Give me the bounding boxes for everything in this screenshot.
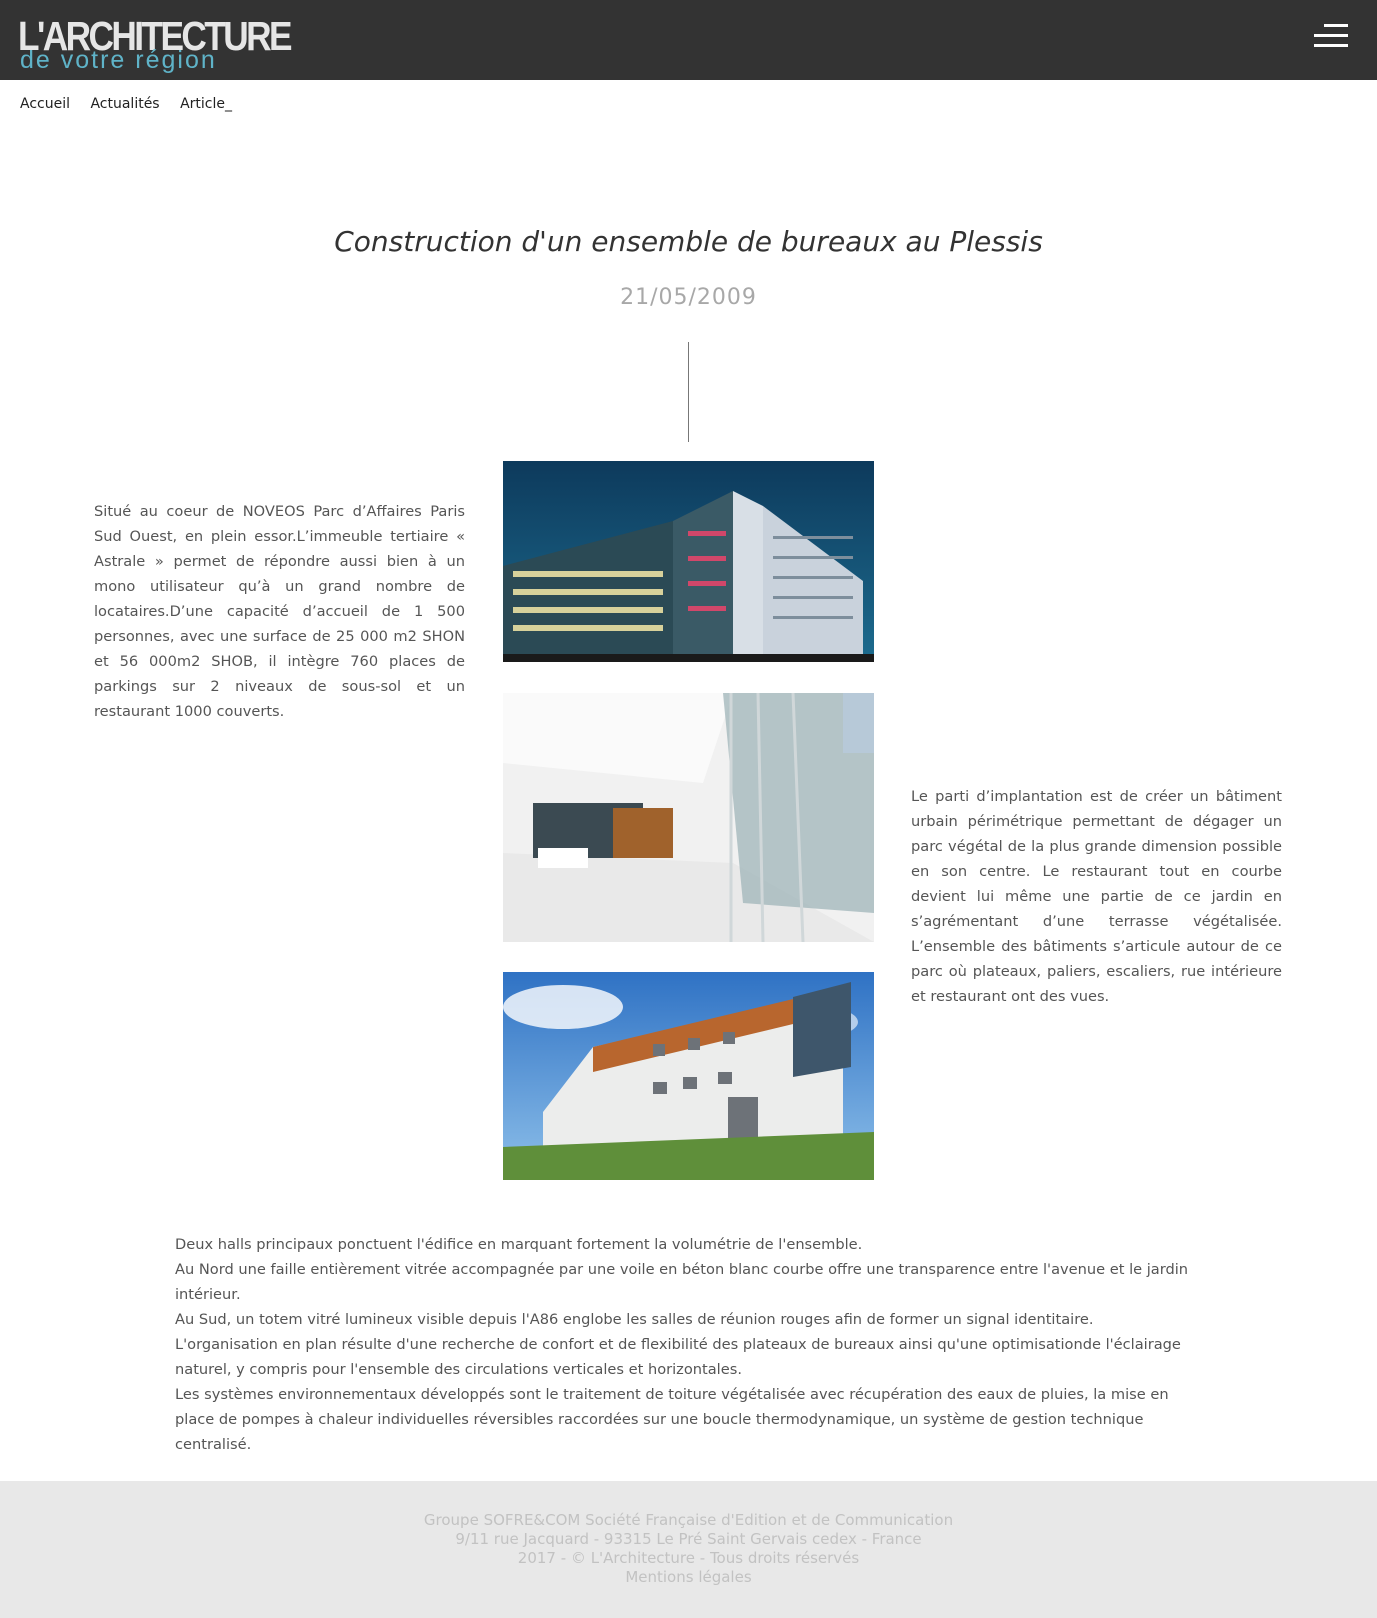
site-logo[interactable]: L'ARCHITECTURE de votre région xyxy=(18,12,293,74)
site-header: L'ARCHITECTURE de votre région xyxy=(0,0,1377,80)
building-night-photo xyxy=(503,461,874,662)
article-paragraph: Au Nord une faille entièrement vitrée ac… xyxy=(175,1261,1189,1303)
article-intro-text: Situé au coeur de NOVEOS Parc d’Affaires… xyxy=(94,503,465,720)
article-paragraph: L'organisation en plan résulte d'une rec… xyxy=(175,1336,1181,1378)
menu-line xyxy=(1314,34,1348,37)
breadcrumb-article[interactable]: Article_ xyxy=(180,96,232,112)
hamburger-icon[interactable] xyxy=(1314,22,1348,48)
footer-company: Groupe SOFRE&COM Société Française d'Edi… xyxy=(423,1511,954,1529)
breadcrumb-accueil[interactable]: Accueil xyxy=(20,96,70,112)
article-paragraph: Au Sud, un totem vitré lumineux visible … xyxy=(175,1311,1094,1328)
article-date: 21/05/2009 xyxy=(620,285,757,310)
footer-legal-link[interactable]: Mentions légales xyxy=(0,1568,1377,1587)
footer-copyright: 2017 - © L'Architecture - Tous droits ré… xyxy=(517,1549,860,1567)
breadcrumb: Accueil Actualités Article_ xyxy=(20,96,248,120)
article-body: Deux halls principaux ponctuent l'édific… xyxy=(175,1232,1205,1457)
divider-line xyxy=(688,342,689,442)
site-footer: Groupe SOFRE&COM Société Française d'Edi… xyxy=(0,1481,1377,1618)
menu-line xyxy=(1314,44,1348,47)
footer-address: 9/11 rue Jacquard - 93315 Le Pré Saint G… xyxy=(455,1530,922,1548)
logo-sub-text: de votre région xyxy=(20,46,217,74)
article-paragraph: Deux halls principaux ponctuent l'édific… xyxy=(175,1236,863,1253)
article-title: Construction d'un ensemble de bureaux au… xyxy=(334,225,1043,258)
article-paragraph: Les systèmes environnementaux développés… xyxy=(175,1386,1169,1453)
article-implantation-text: Le parti d’implantation est de créer un … xyxy=(911,788,1282,1005)
building-exterior-photo xyxy=(503,972,874,1180)
building-interior-photo xyxy=(503,693,874,942)
breadcrumb-actualites[interactable]: Actualités xyxy=(90,96,159,112)
menu-line xyxy=(1324,24,1348,27)
